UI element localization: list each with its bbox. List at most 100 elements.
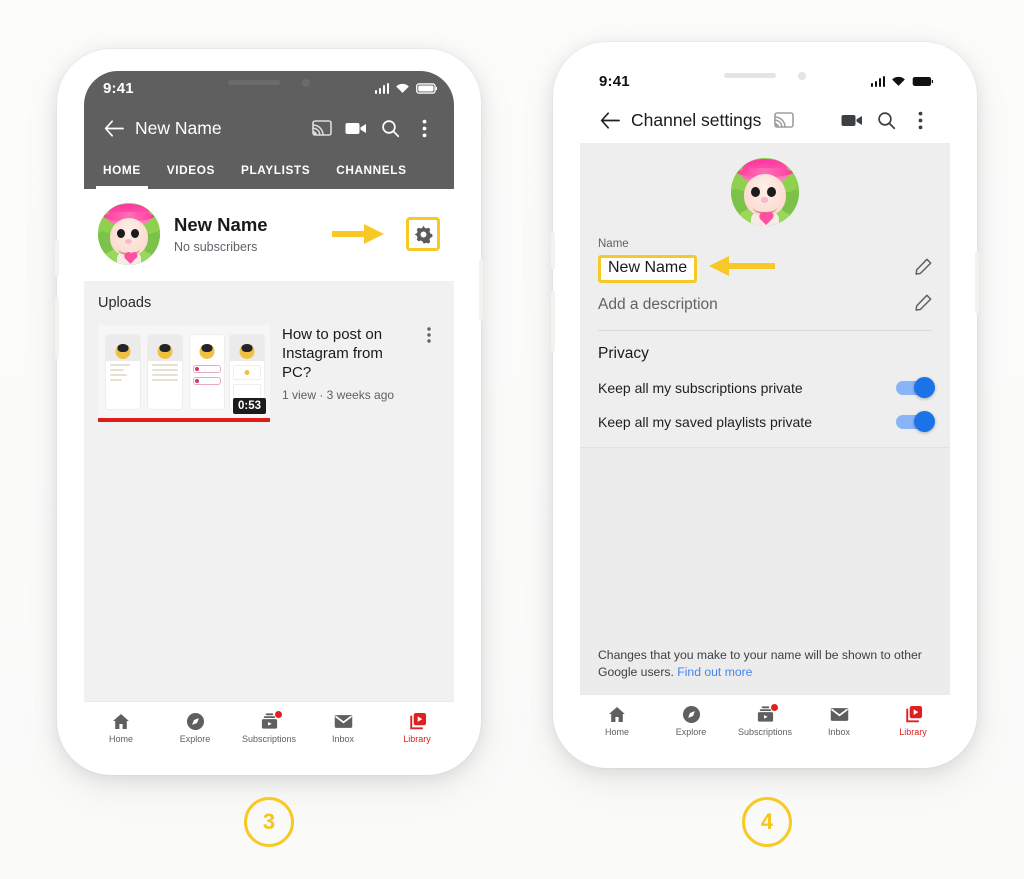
notification-badge: [770, 703, 778, 711]
uploads-title: Uploads: [98, 295, 152, 311]
earpiece-speaker: [724, 73, 776, 78]
video-thumbnail[interactable]: 0:53: [98, 325, 270, 422]
wifi-icon: [892, 76, 905, 86]
nav-label: Subscriptions: [241, 733, 297, 744]
nav-item-home[interactable]: Home: [84, 712, 158, 744]
privacy-row-playlists[interactable]: Keep all my saved playlists private: [580, 405, 950, 439]
tab-home[interactable]: HOME: [90, 151, 154, 189]
tab-playlists[interactable]: PLAYLISTS: [228, 151, 323, 189]
tab-channels[interactable]: CHANNELS: [323, 151, 419, 189]
pencil-icon[interactable]: [915, 294, 932, 316]
channel-meta: New Name No subscribers: [174, 214, 318, 254]
phone-power-button: [975, 252, 979, 314]
description-field-row[interactable]: Add a description: [598, 284, 932, 330]
front-camera: [302, 78, 310, 87]
name-field-row[interactable]: New Name: [598, 250, 932, 284]
nav-label: Home: [108, 733, 133, 744]
channel-subscribers: No subscribers: [174, 240, 258, 254]
name-field-label: Name: [598, 238, 629, 250]
cellular-bars-icon: [870, 75, 885, 87]
status-icons: [870, 75, 933, 87]
subscriptions-icon: [260, 710, 282, 731]
earpiece-speaker: [228, 80, 280, 85]
nav-item-explore[interactable]: Explore: [158, 712, 232, 744]
phone-volume-up-button: [551, 232, 555, 270]
video-camera-icon[interactable]: [835, 113, 869, 128]
video-title: How to post on Instagram from PC?: [282, 326, 383, 382]
privacy-section-title: Privacy: [598, 345, 649, 362]
search-icon[interactable]: [373, 119, 407, 138]
find-out-more-link[interactable]: Find out more: [677, 665, 752, 679]
step-badge-4: 4: [742, 797, 792, 847]
envelope-icon: [830, 705, 849, 724]
channel-tabs: HOME VIDEOS PLAYLISTS CHANNELS: [84, 151, 454, 189]
video-stats: 1 view · 3 weeks ago: [282, 387, 395, 402]
home-icon: [608, 705, 626, 724]
notification-badge: [274, 710, 282, 718]
video-list-item[interactable]: 0:53 How to post on Instagram from PC? 1…: [98, 325, 440, 422]
pencil-icon[interactable]: [915, 258, 932, 280]
more-vertical-icon[interactable]: [903, 111, 937, 130]
identity-settings: Name New Name Add a description: [580, 238, 950, 330]
more-vertical-icon[interactable]: [407, 119, 441, 138]
empty-space: [580, 447, 950, 648]
nav-item-explore[interactable]: Explore: [654, 705, 728, 737]
cellular-bars-icon: [374, 82, 389, 94]
nav-label: Subscriptions: [737, 726, 793, 737]
phone-volume-up-button: [55, 239, 59, 277]
footnote-text: Changes that you make to your name will …: [598, 648, 922, 679]
library-icon: [904, 705, 923, 724]
phone-frame-step-3: 9:41 New Name HOME VIDEOS PLAYLISTS CHAN…: [55, 49, 483, 775]
nav-label: Library: [403, 733, 431, 744]
video-meta: How to post on Instagram from PC? 1 view…: [282, 325, 406, 422]
subscriptions-private-toggle[interactable]: [896, 377, 935, 398]
annotation-arrow-right: [332, 221, 386, 247]
app-bar: New Name: [84, 105, 454, 151]
privacy-row-subscriptions[interactable]: Keep all my subscriptions private: [580, 371, 950, 405]
tutorial-canvas: 9:41 New Name HOME VIDEOS PLAYLISTS CHAN…: [0, 0, 1024, 879]
profile-avatar-wrap: [580, 144, 950, 238]
nav-label: Inbox: [331, 733, 355, 744]
gear-icon[interactable]: [406, 217, 440, 251]
nav-item-home[interactable]: Home: [580, 705, 654, 737]
status-bar: 9:41: [580, 64, 950, 98]
phone-notch: [188, 71, 350, 96]
uploads-section: Uploads 0:53 How to post on Instagram fr…: [84, 281, 454, 701]
nav-item-library[interactable]: Library: [876, 705, 950, 737]
nav-item-subscriptions[interactable]: Subscriptions: [232, 710, 306, 744]
nav-label: Explore: [179, 733, 211, 744]
profile-avatar[interactable]: [731, 158, 799, 226]
phone-power-button: [479, 259, 483, 321]
status-bar: 9:41: [84, 71, 454, 105]
channel-settings-content: Name New Name Add a description Privacy …: [580, 144, 950, 694]
nav-item-library[interactable]: Library: [380, 712, 454, 744]
tab-videos[interactable]: VIDEOS: [154, 151, 228, 189]
phone-frame-step-4: 9:41 Channel settings Name New Name Add …: [551, 42, 979, 768]
back-arrow-icon[interactable]: [97, 119, 131, 137]
channel-avatar[interactable]: [98, 203, 160, 265]
annotation-arrow-left: [707, 253, 776, 284]
home-icon: [112, 712, 130, 731]
nav-label: Inbox: [827, 726, 851, 737]
name-input[interactable]: New Name: [598, 254, 698, 283]
library-icon: [408, 712, 427, 731]
step-number: 3: [262, 809, 276, 834]
nav-item-subscriptions[interactable]: Subscriptions: [728, 703, 802, 737]
cast-icon[interactable]: [305, 119, 339, 137]
phone-2-screen: 9:41 Channel settings Name New Name Add …: [580, 64, 950, 746]
video-camera-icon[interactable]: [339, 121, 373, 136]
step-number: 4: [760, 809, 774, 834]
playlists-private-toggle[interactable]: [896, 411, 935, 432]
nav-item-inbox[interactable]: Inbox: [306, 712, 380, 744]
back-arrow-icon[interactable]: [593, 112, 627, 129]
more-vertical-icon[interactable]: [418, 325, 440, 422]
nav-item-inbox[interactable]: Inbox: [802, 705, 876, 737]
status-time: 9:41: [103, 79, 134, 97]
bottom-navigation: Home Explore Subscriptions Inbox Library: [84, 701, 454, 753]
status-icons: [374, 82, 437, 94]
nav-label: Home: [604, 726, 629, 737]
subscriptions-icon: [756, 703, 778, 724]
watch-progress-bar: [98, 418, 270, 422]
cast-icon[interactable]: [767, 112, 801, 129]
search-icon[interactable]: [869, 111, 903, 130]
